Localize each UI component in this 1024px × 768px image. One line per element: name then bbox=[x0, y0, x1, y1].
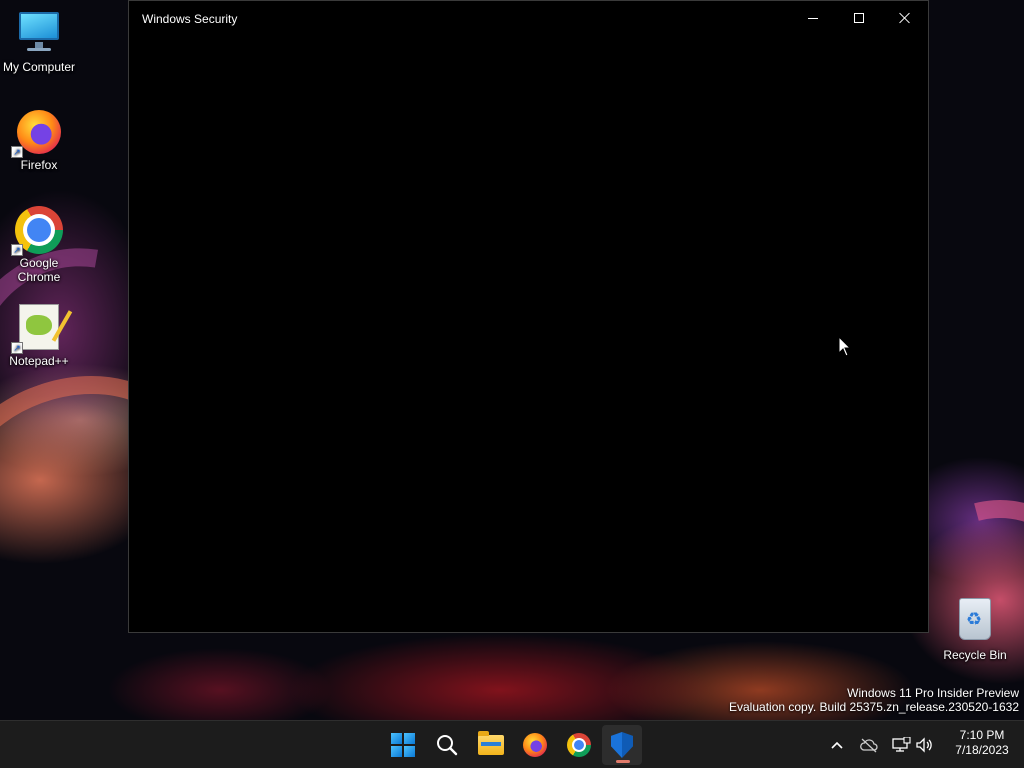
desktop-icon-label: My Computer bbox=[2, 60, 76, 74]
desktop-icon-recycle-bin[interactable]: Recycle Bin bbox=[936, 596, 1014, 662]
folder-icon bbox=[478, 731, 504, 755]
close-icon bbox=[899, 12, 911, 24]
onedrive-tray-button[interactable] bbox=[857, 733, 881, 757]
taskbar-firefox-button[interactable] bbox=[515, 725, 555, 765]
shortcut-arrow-icon: ↗ bbox=[11, 244, 23, 256]
mouse-cursor-icon bbox=[838, 336, 852, 357]
search-icon bbox=[437, 735, 458, 756]
watermark-line-1: Windows 11 Pro Insider Preview bbox=[847, 686, 1019, 700]
close-button[interactable] bbox=[882, 1, 928, 35]
evaluation-watermark: Windows 11 Pro Insider Preview Evaluatio… bbox=[729, 686, 1019, 714]
network-icon bbox=[892, 737, 911, 752]
shortcut-arrow-icon: ↗ bbox=[11, 342, 23, 354]
window-title: Windows Security bbox=[142, 12, 238, 26]
minimize-icon bbox=[808, 17, 818, 19]
network-tray-button[interactable] bbox=[889, 733, 913, 757]
desktop-icon-google-chrome[interactable]: ↗ Google Chrome bbox=[0, 204, 78, 284]
chrome-icon: ↗ bbox=[11, 204, 63, 256]
recycle-bin-icon bbox=[951, 596, 999, 644]
clock-date: 7/18/2023 bbox=[955, 743, 1009, 757]
desktop-icon-firefox[interactable]: ↗ Firefox bbox=[0, 106, 78, 172]
desktop-icon-label: Recycle Bin bbox=[943, 648, 1007, 662]
watermark-line-2: Evaluation copy. Build 25375.zn_release.… bbox=[729, 700, 1019, 714]
minimize-button[interactable] bbox=[790, 1, 836, 35]
desktop-icon-label: Google Chrome bbox=[17, 256, 61, 284]
volume-icon bbox=[916, 737, 932, 753]
taskbar-start-button[interactable] bbox=[383, 725, 423, 765]
taskbar-chrome-button[interactable] bbox=[559, 725, 599, 765]
window-titlebar[interactable]: Windows Security bbox=[129, 1, 928, 35]
clock-time: 7:10 PM bbox=[959, 728, 1005, 742]
desktop-icon-notepad-plus-plus[interactable]: ↗ Notepad++ bbox=[0, 302, 78, 368]
desktop-icon-my-computer[interactable]: My Computer bbox=[0, 8, 78, 74]
taskbar-clock[interactable]: 7:10 PM 7/18/2023 bbox=[944, 728, 1020, 758]
volume-tray-button[interactable] bbox=[912, 733, 936, 757]
window-content bbox=[129, 35, 928, 632]
windows-security-window[interactable]: Windows Security bbox=[128, 0, 929, 633]
shortcut-arrow-icon: ↗ bbox=[11, 146, 23, 158]
firefox-icon: ↗ bbox=[11, 106, 63, 158]
taskbar-search-button[interactable] bbox=[427, 725, 467, 765]
firefox-icon bbox=[523, 733, 547, 757]
monitor-icon bbox=[15, 8, 63, 56]
maximize-icon bbox=[854, 13, 864, 23]
cloud-offline-icon bbox=[860, 738, 878, 753]
notepad-plus-plus-icon: ↗ bbox=[11, 302, 63, 354]
taskbar-file-explorer-button[interactable] bbox=[471, 725, 511, 765]
maximize-button[interactable] bbox=[836, 1, 882, 35]
taskbar bbox=[0, 720, 1024, 768]
windows-start-icon bbox=[391, 733, 415, 757]
desktop-icon-label: Notepad++ bbox=[9, 354, 69, 368]
shield-icon bbox=[611, 732, 633, 758]
chrome-icon bbox=[567, 733, 591, 757]
desktop-icon-label: Firefox bbox=[20, 158, 58, 172]
chevron-up-icon bbox=[831, 741, 843, 749]
active-app-indicator bbox=[616, 760, 630, 763]
show-hidden-icons-button[interactable] bbox=[825, 733, 849, 757]
taskbar-windows-security-button[interactable] bbox=[602, 725, 642, 765]
